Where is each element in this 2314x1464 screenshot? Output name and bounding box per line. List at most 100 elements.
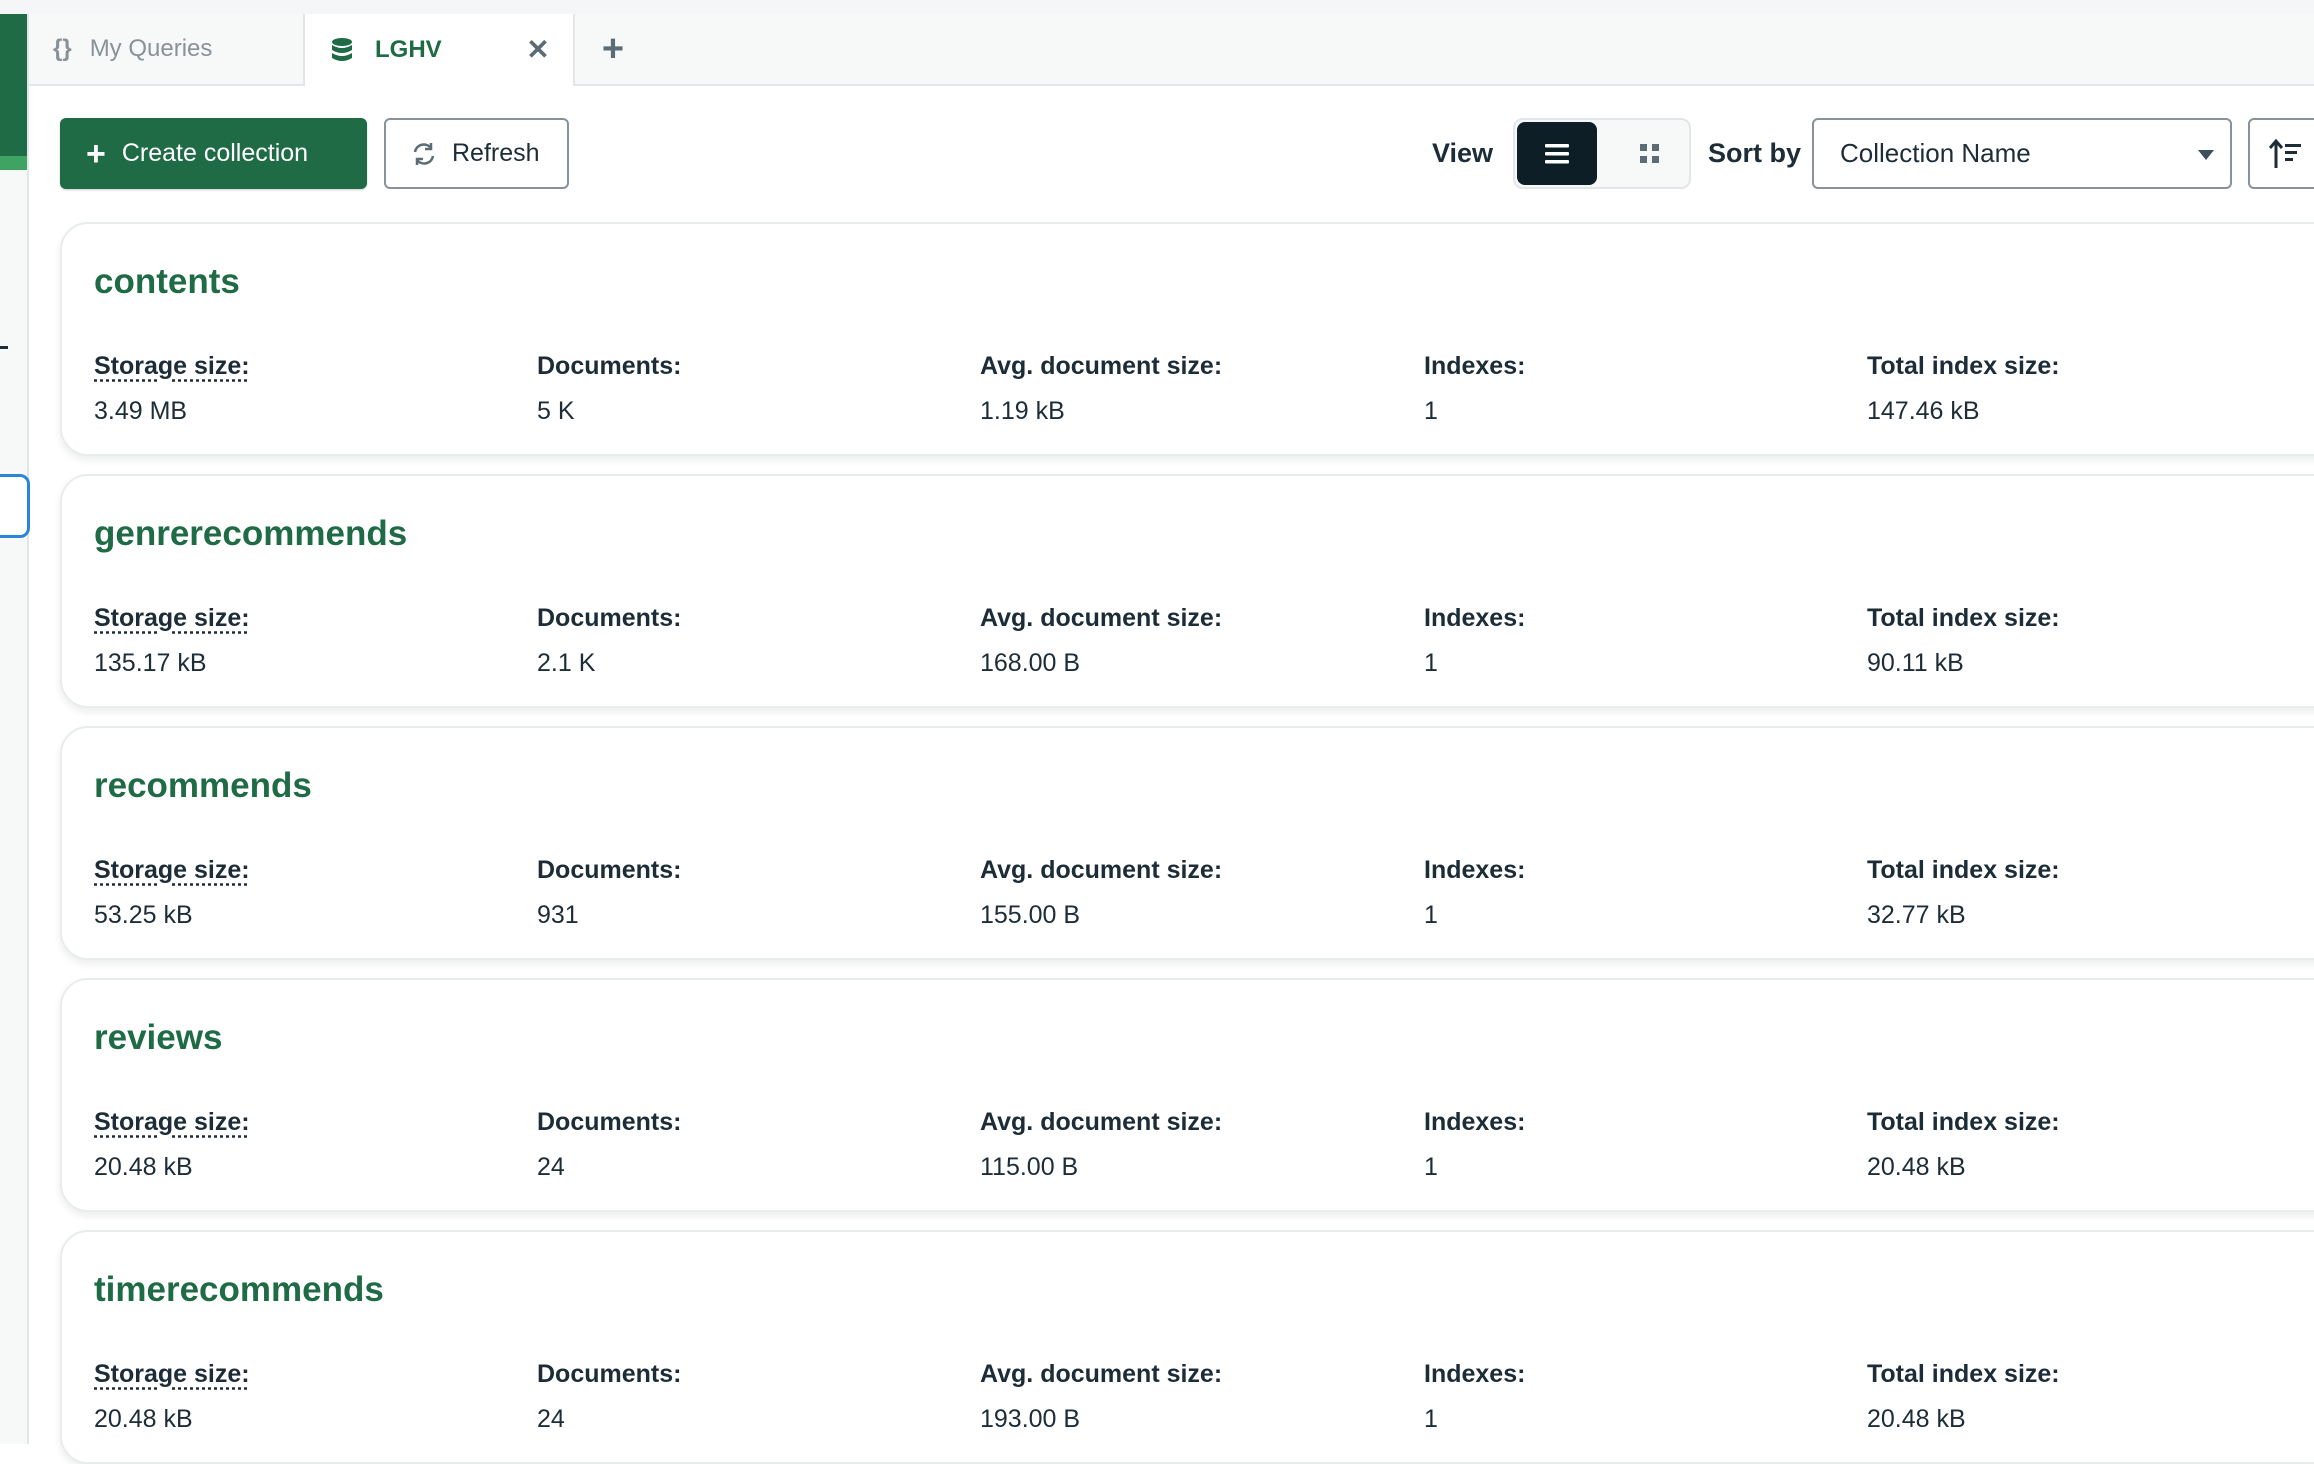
stat-storage: Storage size: 20.48 kB	[94, 1108, 250, 1182]
grid-view-button[interactable]	[1615, 122, 1685, 185]
collection-card[interactable]: reviews Storage size: 20.48 kB Documents:…	[60, 978, 2314, 1212]
stat-value: 53.25 kB	[94, 901, 193, 929]
stat-avg-document-size: Avg. document size: 193.00 B	[980, 1360, 1222, 1434]
collection-card[interactable]: genrerecommends Storage size: 135.17 kB D…	[60, 474, 2314, 708]
tab-bar: {} My Queries LGHV ✕ +	[29, 14, 2314, 86]
stat-total-index-size: Total index size: 32.77 kB	[1867, 856, 2060, 930]
stat-value: 1	[1424, 901, 1438, 929]
sidebar-focused-button[interactable]	[0, 474, 30, 538]
database-icon	[332, 38, 352, 61]
collection-card[interactable]: recommends Storage size: 53.25 kB Documen…	[60, 726, 2314, 960]
stat-value: 20.48 kB	[1867, 1405, 1966, 1433]
stat-label: Documents:	[537, 856, 682, 884]
tab-my-queries[interactable]: {} My Queries	[29, 14, 305, 84]
list-view-button[interactable]	[1517, 122, 1597, 185]
collection-card[interactable]: contents Storage size: 3.49 MB Documents:…	[60, 222, 2314, 456]
stat-label: Documents:	[537, 1360, 682, 1388]
list-icon	[1545, 143, 1569, 163]
refresh-button[interactable]: Refresh	[384, 118, 569, 189]
stat-label: Avg. document size:	[980, 1108, 1223, 1136]
stat-avg-document-size: Avg. document size: 155.00 B	[980, 856, 1222, 930]
view-toggle	[1513, 118, 1691, 189]
stat-indexes: Indexes: 1	[1424, 1360, 1525, 1434]
tab-lghv-label: LGHV	[375, 36, 442, 63]
stat-value: 1	[1424, 649, 1438, 677]
sort-ascending-icon	[2268, 138, 2301, 168]
tab-lghv[interactable]: LGHV ✕	[305, 14, 575, 86]
stat-avg-document-size: Avg. document size: 1.19 kB	[980, 352, 1222, 426]
stat-documents: Documents: 24	[537, 1360, 681, 1434]
stat-label[interactable]: Storage size:	[94, 352, 250, 381]
stat-value: 168.00 B	[980, 649, 1081, 677]
create-collection-label: Create collection	[121, 139, 309, 167]
grid-icon	[1640, 143, 1659, 163]
stat-label[interactable]: Storage size:	[94, 1108, 250, 1137]
stat-label: Indexes:	[1424, 1108, 1526, 1136]
stat-label: Indexes:	[1424, 604, 1526, 632]
stat-indexes: Indexes: 1	[1424, 856, 1525, 930]
collection-name[interactable]: reviews	[94, 1018, 222, 1058]
stat-storage: Storage size: 135.17 kB	[94, 604, 250, 678]
sidebar-active-indicator	[0, 156, 27, 170]
sidebar-brand-strip	[0, 14, 27, 156]
stat-label: Total index size:	[1867, 856, 2060, 884]
stat-documents: Documents: 5 K	[537, 352, 681, 426]
stat-label: Total index size:	[1867, 604, 2060, 632]
stat-label: Avg. document size:	[980, 1360, 1223, 1388]
stat-label: Documents:	[537, 352, 682, 380]
stat-value: 135.17 kB	[94, 649, 207, 677]
view-label: View	[1432, 138, 1494, 168]
stat-label[interactable]: Storage size:	[94, 1360, 250, 1389]
sort-by-select[interactable]: Collection Name	[1812, 118, 2232, 189]
close-icon[interactable]: ✕	[523, 34, 553, 65]
caret-down-icon	[2198, 150, 2214, 160]
add-tab-button[interactable]: +	[577, 14, 649, 84]
stat-value: 147.46 kB	[1867, 397, 1980, 425]
collection-name[interactable]: recommends	[94, 766, 312, 806]
stat-value: 3.49 MB	[94, 397, 188, 425]
stat-documents: Documents: 931	[537, 856, 681, 930]
left-sidebar	[0, 14, 30, 1444]
stat-total-index-size: Total index size: 20.48 kB	[1867, 1108, 2060, 1182]
stat-documents: Documents: 2.1 K	[537, 604, 681, 678]
stat-value: 20.48 kB	[1867, 1153, 1966, 1181]
sidebar-collapsed-item[interactable]	[0, 346, 8, 349]
stat-documents: Documents: 24	[537, 1108, 681, 1182]
stat-storage: Storage size: 20.48 kB	[94, 1360, 250, 1434]
stat-value: 24	[537, 1405, 565, 1433]
stat-value: 193.00 B	[980, 1405, 1081, 1433]
create-collection-button[interactable]: + Create collection	[60, 118, 367, 189]
stat-storage: Storage size: 53.25 kB	[94, 856, 250, 930]
stat-value: 1.19 kB	[980, 397, 1065, 425]
stat-value: 2.1 K	[537, 649, 596, 677]
stat-indexes: Indexes: 1	[1424, 604, 1525, 678]
stat-label: Avg. document size:	[980, 856, 1223, 884]
stat-label[interactable]: Storage size:	[94, 856, 250, 885]
stat-label: Indexes:	[1424, 1360, 1526, 1388]
refresh-icon	[413, 142, 435, 165]
stat-value: 115.00 B	[980, 1153, 1079, 1181]
stat-value: 24	[537, 1153, 565, 1181]
stat-label: Avg. document size:	[980, 352, 1223, 380]
stat-label: Indexes:	[1424, 856, 1526, 884]
stat-total-index-size: Total index size: 147.46 kB	[1867, 352, 2060, 426]
stat-value: 155.00 B	[980, 901, 1081, 929]
stat-label: Total index size:	[1867, 352, 2060, 380]
stat-value: 1	[1424, 1153, 1438, 1181]
stat-avg-document-size: Avg. document size: 168.00 B	[980, 604, 1222, 678]
stat-label[interactable]: Storage size:	[94, 604, 250, 633]
stat-label: Indexes:	[1424, 352, 1526, 380]
stat-label: Total index size:	[1867, 1360, 2060, 1388]
stat-label: Documents:	[537, 604, 682, 632]
braces-icon: {}	[53, 35, 72, 62]
stat-value: 20.48 kB	[94, 1153, 193, 1181]
stat-label: Avg. document size:	[980, 604, 1223, 632]
sort-direction-button[interactable]	[2248, 118, 2314, 189]
sort-by-label: Sort by	[1708, 138, 1802, 168]
collection-name[interactable]: genrerecommends	[94, 514, 407, 554]
collection-name[interactable]: contents	[94, 262, 240, 302]
stat-value: 5 K	[537, 397, 575, 425]
stat-total-index-size: Total index size: 90.11 kB	[1867, 604, 2060, 678]
collection-name[interactable]: timerecommends	[94, 1270, 384, 1310]
collection-card[interactable]: timerecommends Storage size: 20.48 kB Doc…	[60, 1230, 2314, 1464]
